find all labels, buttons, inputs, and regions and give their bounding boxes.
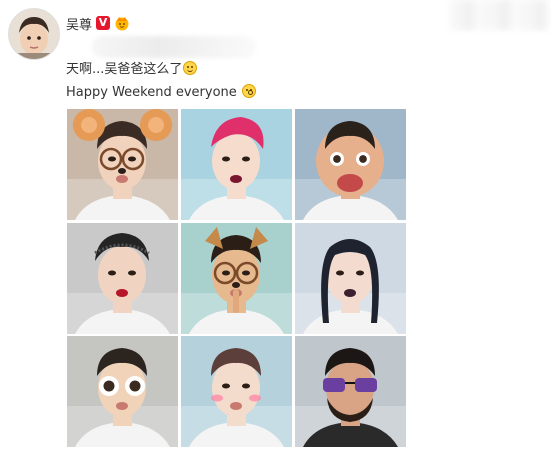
weibo-post: 吴尊 V 天啊...吴爸爸这么了 Happy Weekend everyone bbox=[0, 0, 551, 452]
fan-crown-icon[interactable] bbox=[114, 15, 130, 31]
photo-bear-filter-image bbox=[67, 109, 178, 220]
avatar[interactable] bbox=[8, 8, 60, 60]
post-text-line2-content: Happy Weekend everyone bbox=[66, 85, 237, 100]
author-name[interactable]: 吴尊 bbox=[66, 14, 92, 33]
photo-big-eyes-filter[interactable] bbox=[67, 336, 178, 447]
photo-dark-lips-filter-image bbox=[295, 223, 406, 334]
photo-grid bbox=[67, 109, 407, 447]
photo-blush-filter[interactable] bbox=[181, 336, 292, 447]
post-text-line1-content: 天啊...吴爸爸这么了 bbox=[66, 62, 183, 77]
post-text-line2: Happy Weekend everyone bbox=[66, 84, 256, 102]
surprised-emoji-icon bbox=[241, 84, 256, 98]
photo-dog-glasses-filter-image bbox=[181, 223, 292, 334]
photo-big-face-filter[interactable] bbox=[295, 109, 406, 220]
photo-red-lips-filter[interactable] bbox=[67, 223, 178, 334]
blurred-watermark bbox=[450, 0, 550, 30]
grin-emoji-icon bbox=[183, 61, 198, 75]
photo-dog-glasses-filter[interactable] bbox=[181, 223, 292, 334]
photo-blush-filter-image bbox=[181, 336, 292, 447]
photo-pink-hair-filter[interactable] bbox=[181, 109, 292, 220]
photo-bear-filter[interactable] bbox=[67, 109, 178, 220]
blurred-post-source bbox=[92, 36, 256, 58]
verified-v-icon[interactable]: V bbox=[96, 16, 111, 30]
post-header: 吴尊 V bbox=[66, 13, 130, 33]
post-text-line1: 天啊...吴爸爸这么了 bbox=[66, 61, 198, 79]
photo-sunglasses-beard-filter[interactable] bbox=[295, 336, 406, 447]
photo-pink-hair-filter-image bbox=[181, 109, 292, 220]
photo-dark-lips-filter[interactable] bbox=[295, 223, 406, 334]
photo-red-lips-filter-image bbox=[67, 223, 178, 334]
photo-sunglasses-beard-filter-image bbox=[295, 336, 406, 447]
photo-big-face-filter-image bbox=[295, 109, 406, 220]
avatar-image bbox=[9, 9, 59, 59]
photo-big-eyes-filter-image bbox=[67, 336, 178, 447]
